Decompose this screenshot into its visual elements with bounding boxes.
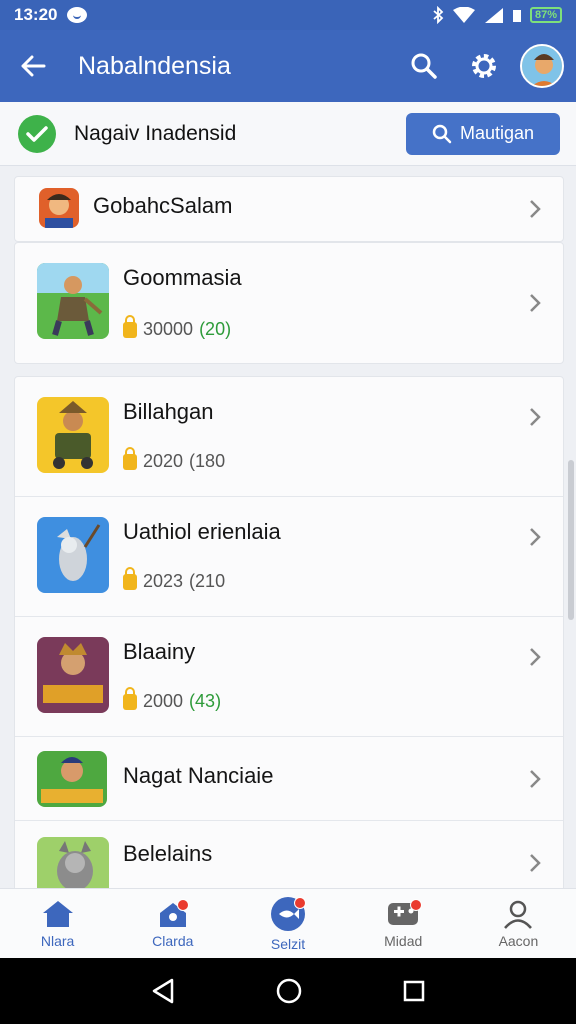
wifi-icon <box>452 7 475 23</box>
settings-button[interactable] <box>454 30 514 102</box>
banner-search-button[interactable]: Mautigan <box>406 112 560 155</box>
list-item[interactable]: GobahcSalam <box>15 177 563 243</box>
search-icon <box>432 124 452 143</box>
system-nav-bar <box>0 958 576 1024</box>
nav-item-account[interactable]: Aacon <box>461 889 576 958</box>
list-item[interactable]: Billahgan 2020 (180 <box>15 377 563 497</box>
app-bar-actions <box>394 30 576 102</box>
game-meta: 30000 (20) <box>123 314 232 340</box>
game-thumbnail <box>37 637 109 713</box>
list-item[interactable]: Goommasia 30000 (20) <box>15 243 563 365</box>
notification-badge <box>409 899 422 911</box>
game-thumbnail <box>39 188 79 228</box>
chevron-right-icon <box>527 851 543 875</box>
list-card: Billahgan 2020 (180 Uathiol erienlaia 20… <box>14 376 564 888</box>
game-list[interactable]: GobahcSalam Goommasia 30000 (20) Billahg… <box>0 166 576 888</box>
back-triangle-icon[interactable] <box>150 977 176 1005</box>
list-item[interactable]: Uathiol erienlaia 2023 (210 <box>15 497 563 617</box>
status-time: 13:20 <box>14 5 58 24</box>
game-meta: 2023 (210 <box>123 566 226 592</box>
game-count: 2000 <box>143 691 184 711</box>
check-circle-icon <box>18 114 56 153</box>
search-icon <box>411 53 437 79</box>
game-delta: (210 <box>189 571 226 591</box>
battery-indicator: 87% <box>529 7 562 23</box>
sim-icon <box>512 10 521 22</box>
game-name: Blaainy <box>123 639 196 664</box>
nav-item-home[interactable]: Nlara <box>0 889 115 958</box>
nav-item-games[interactable]: Midad <box>346 889 461 958</box>
game-thumbnail <box>37 837 109 888</box>
game-meta: 2020 (180 <box>123 446 226 472</box>
nav-label: Aacon <box>498 932 539 949</box>
game-thumbnail <box>37 517 109 593</box>
list-item[interactable]: Belelains <box>15 821 563 888</box>
list-item[interactable]: Nagat Nanciaie <box>15 737 563 821</box>
nav-item-store[interactable]: Clarda <box>115 889 230 958</box>
game-delta: (43) <box>189 691 222 711</box>
game-thumbnail <box>37 751 107 807</box>
game-thumbnail <box>37 263 109 339</box>
game-name: Uathiol erienlaia <box>123 519 281 544</box>
game-delta: (180 <box>189 451 226 471</box>
page-title: Nabalndensia <box>78 51 231 80</box>
chevron-right-icon <box>527 405 543 429</box>
search-button[interactable] <box>394 30 454 102</box>
chevron-right-icon <box>527 197 543 221</box>
chevron-right-icon <box>527 645 543 669</box>
bottom-nav: Nlara Clarda Selzit Midad Aacon <box>0 888 576 958</box>
list-card: GobahcSalam <box>14 176 564 242</box>
coin-lock-icon <box>123 686 137 710</box>
list-card: Goommasia 30000 (20) <box>14 242 564 364</box>
home-icon <box>42 900 73 927</box>
banner-search-label: Mautigan <box>459 123 535 143</box>
game-thumbnail <box>37 397 109 473</box>
gear-icon <box>472 54 496 78</box>
banner-text: Nagaiv Inadensid <box>74 121 237 145</box>
back-button[interactable] <box>0 30 66 102</box>
status-icons: 87% <box>432 6 562 24</box>
signal-icon <box>484 8 503 23</box>
nav-label: Nlara <box>40 932 75 949</box>
game-meta: 2000 (43) <box>123 686 222 712</box>
recents-square-icon[interactable] <box>402 979 426 1003</box>
coin-lock-icon <box>123 566 137 590</box>
info-banner: Nagaiv Inadensid Mautigan <box>0 102 576 166</box>
chevron-right-icon <box>527 291 543 315</box>
nav-label: Midad <box>384 932 423 949</box>
game-name: Billahgan <box>123 399 214 424</box>
chevron-right-icon <box>527 767 543 791</box>
bluetooth-icon <box>433 6 444 24</box>
home-circle-icon[interactable] <box>275 977 303 1005</box>
game-delta: (20) <box>199 319 232 339</box>
game-name: GobahcSalam <box>93 193 233 218</box>
nav-label: Clarda <box>152 932 194 949</box>
game-name: Goommasia <box>123 265 242 290</box>
game-count: 2023 <box>143 571 184 591</box>
avatar-face-icon <box>522 46 562 86</box>
status-bar: 13:20 87% <box>0 0 576 30</box>
messenger-icon <box>67 7 88 23</box>
game-name: Belelains <box>123 841 213 866</box>
game-count: 2020 <box>143 451 184 471</box>
nav-label: Selzit <box>270 935 306 952</box>
avatar[interactable] <box>520 44 564 88</box>
chevron-right-icon <box>527 525 543 549</box>
game-name: Nagat Nanciaie <box>123 763 274 788</box>
arrow-left-icon <box>21 55 46 77</box>
scrollbar[interactable] <box>568 460 574 620</box>
list-item[interactable]: Blaainy 2000 (43) <box>15 617 563 737</box>
nav-item-fish[interactable]: Selzit <box>230 889 345 958</box>
game-count: 30000 <box>143 319 194 339</box>
coin-lock-icon <box>123 446 137 470</box>
person-icon <box>504 900 533 929</box>
coin-lock-icon <box>123 314 137 338</box>
app-bar: Nabalndensia <box>0 30 576 102</box>
